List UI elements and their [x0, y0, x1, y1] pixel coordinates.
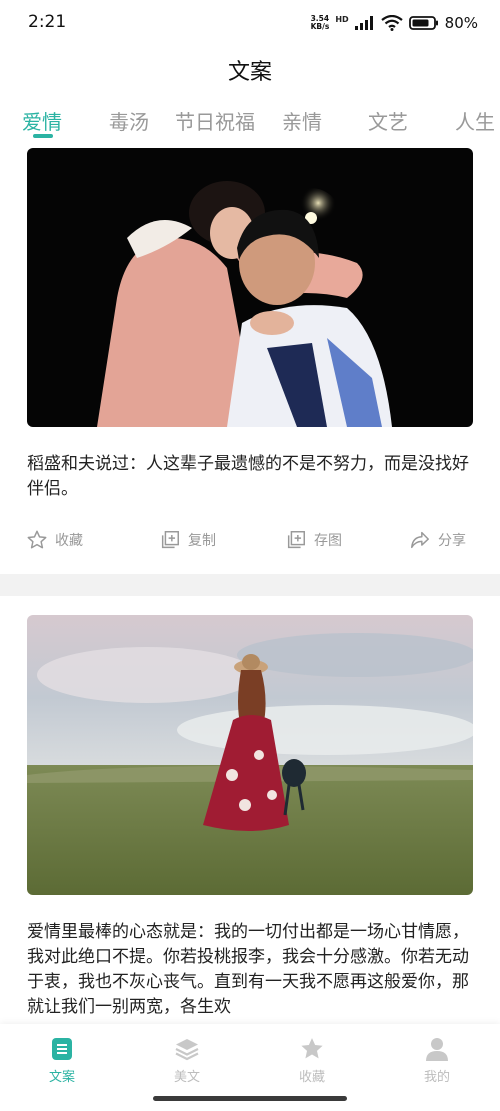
- quote-text: 爱情里最棒的心态就是：我的一切付出都是一场心甘情愿，我对此绝口不提。你若投桃报李…: [27, 922, 469, 1017]
- document-icon: [52, 1038, 72, 1060]
- nav-profile-label: 我的: [423, 1070, 450, 1085]
- share-button[interactable]: 分享: [409, 529, 466, 551]
- save-image-label: 存图: [314, 533, 342, 549]
- battery-icon: [408, 16, 438, 30]
- share-icon: [411, 531, 429, 549]
- copy-icon: [161, 531, 179, 549]
- nav-essays[interactable]: 美文: [152, 1036, 222, 1085]
- status-bar: 2:21 3.54 KB/s HD 80%: [0, 0, 500, 46]
- signal-icon: [354, 16, 373, 30]
- star-icon: [301, 1038, 323, 1059]
- tab-love[interactable]: 爱情: [22, 106, 62, 135]
- nav-profile[interactable]: 我的: [402, 1036, 472, 1085]
- favorite-button[interactable]: 收藏: [26, 529, 83, 551]
- home-indicator[interactable]: [153, 1096, 347, 1101]
- favorite-label: 收藏: [55, 533, 83, 549]
- nav-copywriting[interactable]: 文案: [27, 1036, 97, 1085]
- woman-in-field-photo[interactable]: [27, 615, 473, 895]
- save-image-button[interactable]: 存图: [285, 529, 342, 551]
- quote-text: 稻盛和夫说过：人这辈子最遗憾的不是不努力，而是没找好伴侣。: [27, 454, 469, 499]
- active-tab-indicator: [33, 134, 53, 138]
- tab-family[interactable]: 亲情: [282, 106, 322, 135]
- tab-life[interactable]: 人生: [455, 106, 495, 135]
- star-icon: [27, 530, 47, 549]
- status-icons: 3.54 KB/s HD 80%: [311, 12, 478, 34]
- wifi-icon: [380, 15, 403, 31]
- nav-favorites-label: 收藏: [298, 1070, 325, 1085]
- copy-button[interactable]: 复制: [159, 529, 216, 551]
- network-speed-unit: KB/s: [310, 22, 330, 31]
- content-feed[interactable]: 稻盛和夫说过：人这辈子最遗憾的不是不努力，而是没找好伴侣。 收藏 复制 存图 分…: [0, 146, 500, 1024]
- nav-favorites[interactable]: 收藏: [277, 1036, 347, 1085]
- tab-holiday-wishes[interactable]: 节日祝福: [175, 106, 255, 135]
- couple-photo[interactable]: [27, 148, 473, 427]
- hd-icon: HD: [335, 14, 349, 24]
- card-action-bar: 收藏 复制 存图 分享: [0, 529, 500, 559]
- copy-label: 复制: [188, 533, 216, 549]
- nav-copywriting-label: 文案: [48, 1070, 75, 1085]
- page-title: 文案: [227, 60, 272, 85]
- tab-literary[interactable]: 文艺: [368, 106, 408, 135]
- network-speed: 3.54 KB/s: [311, 15, 330, 31]
- card-divider: [0, 574, 500, 596]
- category-tabs: 爱情 毒汤 节日祝福 亲情 文艺 人生: [0, 106, 500, 140]
- share-label: 分享: [438, 533, 466, 549]
- nav-essays-label: 美文: [173, 1070, 200, 1085]
- person-icon: [426, 1038, 448, 1061]
- status-time: 2:21: [28, 12, 67, 32]
- save-image-icon: [287, 531, 305, 549]
- tab-poison-soup[interactable]: 毒汤: [109, 106, 149, 135]
- battery-percentage: 80%: [444, 14, 478, 32]
- layers-icon: [175, 1039, 199, 1061]
